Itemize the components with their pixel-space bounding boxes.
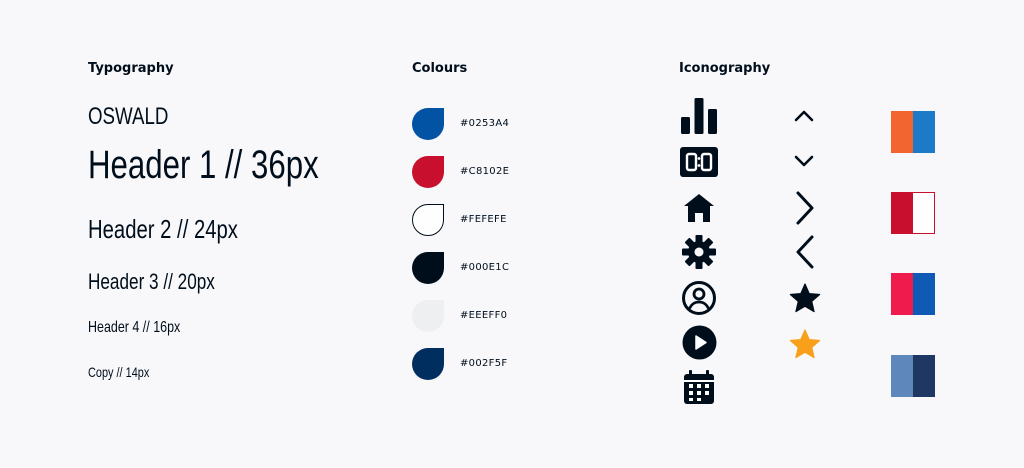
star-icon: [789, 283, 821, 313]
user-circle-icon: [682, 281, 716, 315]
play-circle-icon: [682, 325, 717, 360]
colour-hex-label: #0253A4: [460, 118, 510, 129]
header-1-sample: Header 1 // 36px: [88, 143, 319, 187]
colour-hex-label: #FEFEFE: [460, 214, 507, 225]
colour-pair-block: [891, 111, 935, 153]
star-filled-orange-icon: [789, 329, 821, 359]
colour-pair-block: [891, 355, 935, 397]
chevron-down-icon: [794, 155, 814, 167]
colour-pair-block: [891, 273, 935, 315]
typography-title: Typography: [88, 61, 174, 76]
colour-pair-right: [913, 111, 935, 153]
colour-pair-left: [891, 273, 913, 315]
colour-pair-right: [913, 193, 934, 233]
colour-swatch: [412, 204, 444, 236]
chevron-right-icon: [796, 191, 814, 225]
colour-swatch: [412, 300, 444, 332]
colour-hex-label: #C8102E: [460, 166, 510, 177]
copy-sample: Copy // 14px: [88, 364, 150, 380]
colour-pair-right: [913, 355, 935, 397]
colour-hex-label: #002F5F: [460, 358, 508, 369]
colour-pair-block: [891, 192, 935, 234]
colour-hex-label: #000E1C: [460, 262, 510, 273]
chevron-up-icon: [794, 110, 814, 122]
gear-icon: [682, 235, 716, 269]
colour-swatch: [412, 348, 444, 380]
colour-pair-left: [891, 355, 913, 397]
header-2-sample: Header 2 // 24px: [88, 214, 238, 244]
colour-swatch: [412, 252, 444, 284]
iconography-title: Iconography: [679, 61, 771, 76]
chevron-left-icon: [796, 235, 814, 269]
colour-pair-left: [892, 193, 913, 233]
bar-chart-icon: [681, 98, 717, 134]
font-name: OSWALD: [88, 103, 169, 130]
colour-swatch: [412, 156, 444, 188]
scoreboard-icon: [680, 147, 718, 177]
colours-title: Colours: [412, 61, 468, 76]
calendar-icon: [684, 370, 714, 404]
header-3-sample: Header 3 // 20px: [88, 269, 215, 294]
home-icon: [684, 194, 714, 222]
colour-pair-left: [891, 111, 913, 153]
header-4-sample: Header 4 // 16px: [88, 319, 181, 336]
colour-pair-right: [913, 273, 935, 315]
colour-hex-label: #EEEFF0: [460, 310, 508, 321]
colour-swatch: [412, 108, 444, 140]
